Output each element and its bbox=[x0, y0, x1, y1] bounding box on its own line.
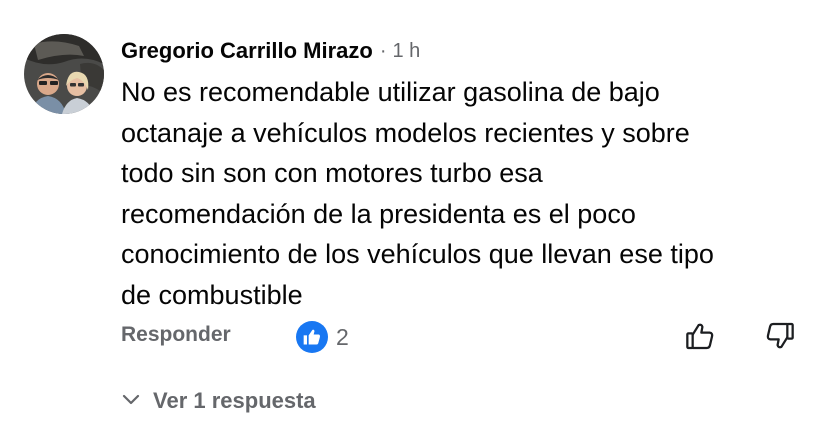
reaction-count: 2 bbox=[336, 323, 349, 350]
chevron-down-icon bbox=[121, 389, 141, 414]
comment-header: Gregorio Carrillo Mirazo · 1 h bbox=[121, 36, 420, 66]
thumbs-down-icon bbox=[764, 320, 796, 357]
view-replies-label: Ver 1 respuesta bbox=[153, 388, 316, 413]
avatar[interactable] bbox=[24, 34, 104, 114]
thumbs-down-button[interactable] bbox=[762, 320, 798, 356]
thumbs-up-button[interactable] bbox=[682, 320, 718, 356]
like-reaction-icon bbox=[296, 321, 328, 353]
view-replies-button[interactable]: Ver 1 respuesta bbox=[121, 388, 316, 414]
reply-button[interactable]: Responder bbox=[121, 323, 231, 347]
separator-dot: · bbox=[379, 39, 387, 62]
thumbs-up-icon bbox=[684, 320, 716, 357]
author-name[interactable]: Gregorio Carrillo Mirazo bbox=[121, 38, 373, 64]
reactions-summary[interactable]: 2 bbox=[296, 321, 349, 353]
comment-timestamp[interactable]: 1 h bbox=[393, 40, 421, 63]
comment-body: No es recomendable utilizar gasolina de … bbox=[121, 77, 714, 310]
